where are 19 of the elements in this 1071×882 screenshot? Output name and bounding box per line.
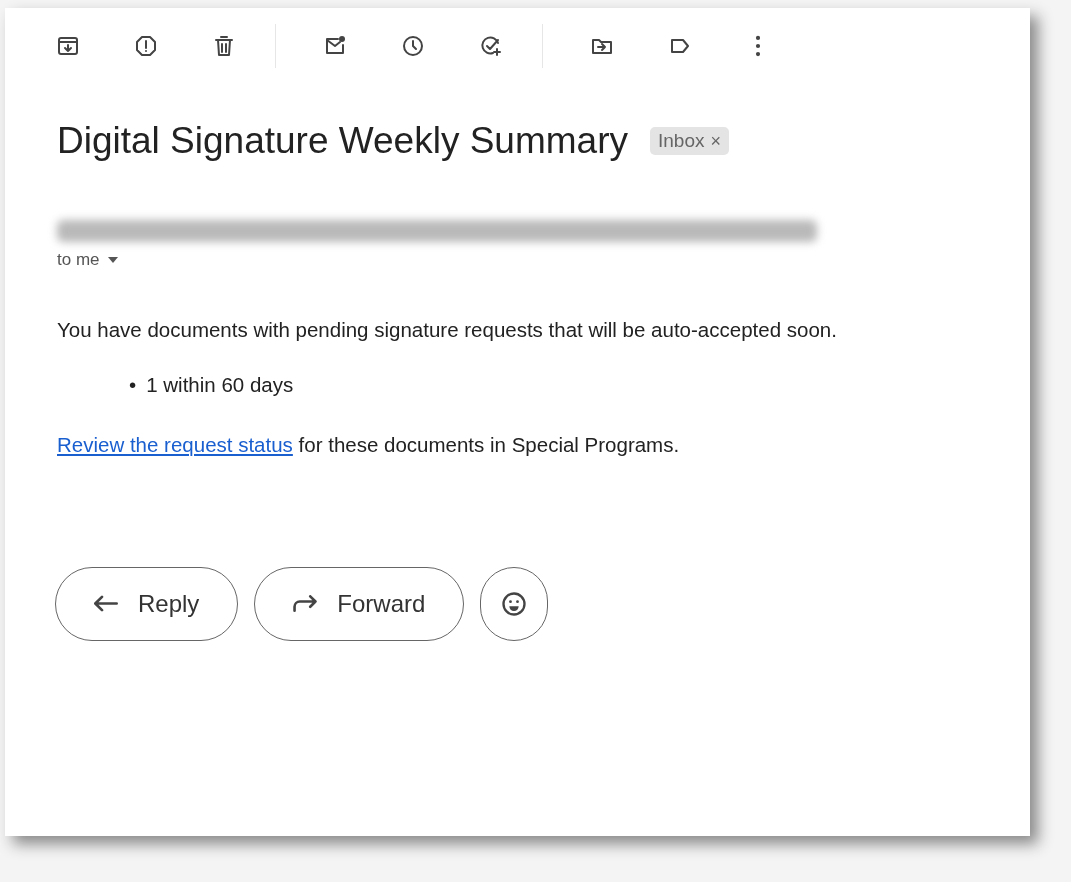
body-paragraph: You have documents with pending signature requests that will be auto-accepted soon. xyxy=(57,318,838,342)
recipient-details-toggle[interactable]: to me xyxy=(57,250,118,270)
spam-icon xyxy=(134,34,158,58)
more-icon xyxy=(755,35,761,57)
remove-label-button[interactable]: × xyxy=(710,130,721,152)
caret-icon xyxy=(107,257,118,263)
archive-icon xyxy=(56,34,80,58)
bullet-item: 1 within 60 days xyxy=(146,372,294,398)
add-task-icon xyxy=(479,34,503,58)
bullet-marker: • xyxy=(129,372,137,398)
label-text: Inbox xyxy=(658,130,705,152)
trash-icon xyxy=(212,34,236,58)
email-subject: Digital Signature Weekly Summary xyxy=(57,120,628,162)
smiley-icon xyxy=(500,589,529,618)
body-paragraph: Review the request status for these documents in Special Programs. xyxy=(57,432,681,457)
curved-right-arrow-icon xyxy=(293,595,318,613)
review-status-link[interactable]: Review the request status xyxy=(57,432,293,456)
clock-icon xyxy=(401,34,425,58)
left-arrow-icon xyxy=(94,595,118,613)
